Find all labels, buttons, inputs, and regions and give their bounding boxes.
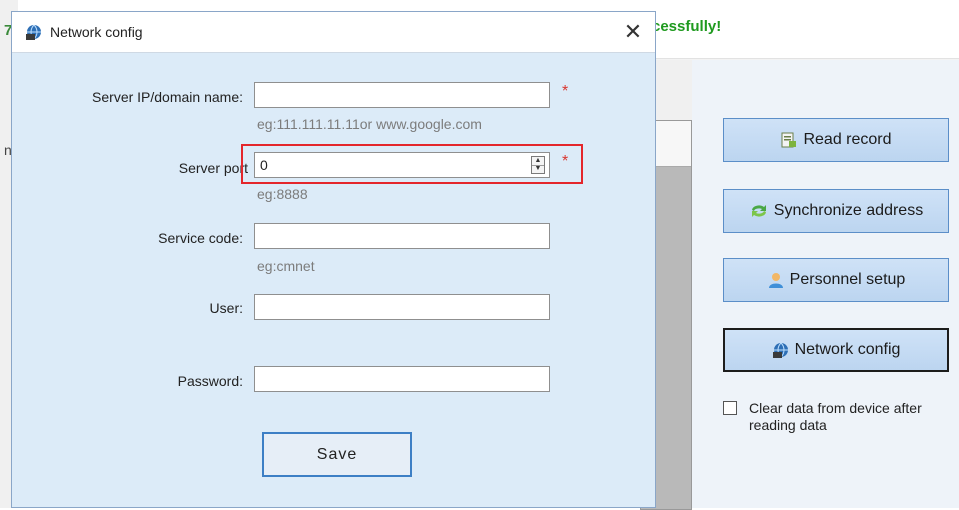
read-record-button[interactable]: Read record	[723, 118, 949, 162]
network-config-button[interactable]: Network config	[723, 328, 949, 372]
network-icon	[772, 341, 790, 359]
server-port-stepper[interactable]: 0 ▲ ▼	[254, 152, 550, 178]
service-code-input[interactable]	[254, 223, 550, 249]
save-button[interactable]: Save	[262, 432, 412, 477]
network-config-label: Network config	[794, 341, 901, 358]
port-spinner: ▲ ▼	[531, 156, 545, 174]
record-icon	[780, 131, 798, 149]
server-ip-label: Server IP/domain name:	[92, 89, 243, 105]
close-icon[interactable]: ✕	[619, 18, 647, 46]
server-port-value[interactable]: 0	[260, 157, 268, 173]
server-port-label: Server port	[178, 160, 248, 176]
server-port-required-mark: *	[562, 153, 569, 170]
service-code-label: Service code:	[158, 230, 243, 246]
synchronize-address-label: Synchronize address	[773, 202, 924, 219]
dialog-title: Network config	[50, 24, 143, 40]
password-input[interactable]	[254, 366, 550, 392]
server-port-hint: eg:8888	[257, 186, 308, 202]
clear-data-label: Clear data from device after reading dat…	[749, 400, 922, 433]
dialog-titlebar[interactable]: Network config ✕	[12, 12, 655, 53]
server-ip-required-mark: *	[562, 83, 569, 100]
synchronize-address-button[interactable]: Synchronize address	[723, 189, 949, 233]
status-message: cessfully!	[652, 18, 722, 35]
server-ip-hint: eg:111.111.11.11or www.google.com	[257, 116, 482, 132]
user-input[interactable]	[254, 294, 550, 320]
server-ip-input[interactable]	[254, 82, 550, 108]
network-icon	[25, 23, 43, 44]
clear-data-option: Clear data from device after reading dat…	[723, 400, 939, 434]
sync-icon	[749, 202, 769, 220]
network-config-dialog: Network config ✕ Server IP/domain name: …	[11, 11, 656, 508]
service-code-hint: eg:cmnet	[257, 258, 315, 274]
spinner-down-icon[interactable]: ▼	[532, 165, 544, 173]
person-icon	[767, 271, 785, 289]
read-record-label: Read record	[803, 131, 892, 148]
clear-data-checkbox[interactable]	[723, 401, 737, 415]
personnel-setup-label: Personnel setup	[789, 271, 906, 288]
user-label: User:	[209, 300, 243, 316]
password-label: Password:	[177, 373, 243, 389]
personnel-setup-button[interactable]: Personnel setup	[723, 258, 949, 302]
